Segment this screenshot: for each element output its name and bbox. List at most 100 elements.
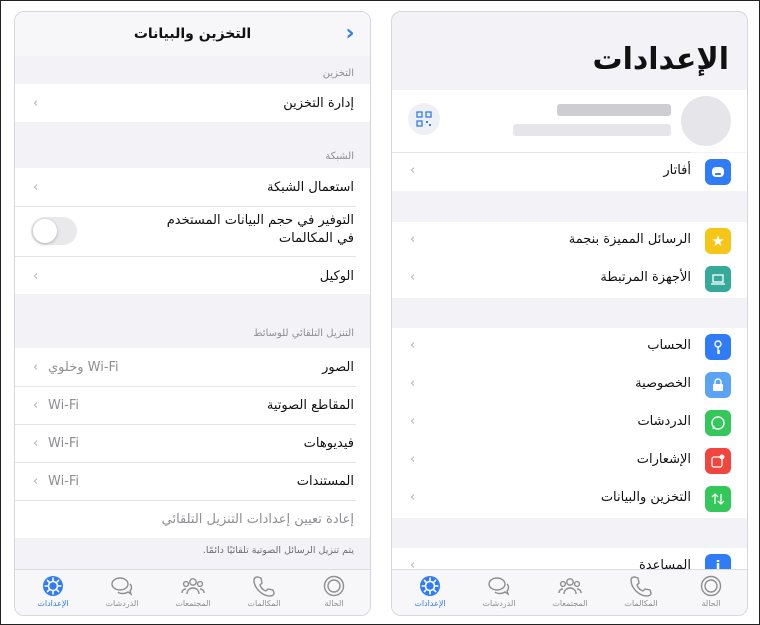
avatar [681, 96, 731, 146]
reset-auto-download-label: إعادة تعيين إعدادات التنزيل التلقائي [161, 511, 354, 527]
audio-row[interactable]: المقاطع الصوتية Wi-Fi ‹ [15, 386, 370, 424]
tab-chats[interactable]: الدردشات [469, 574, 529, 608]
videos-value: Wi-Fi [48, 435, 80, 451]
phone-icon [253, 576, 275, 597]
storage-data-row[interactable]: التخزين والبيانات ‹ [392, 480, 747, 518]
storage-section-header: التخزين [322, 68, 354, 79]
up-down-arrows-icon [705, 486, 731, 512]
starred-row[interactable]: الرسائل المميزة بنجمة ‹ ★ [392, 222, 747, 260]
network-section-header: الشبكة [325, 151, 354, 162]
starred-label: الرسائل المميزة بنجمة [568, 232, 691, 247]
phone-icon [630, 576, 652, 597]
whatsapp-chat-icon [705, 410, 731, 436]
manage-storage-row[interactable]: إدارة التخزين ‹ [15, 84, 370, 122]
status-ring-icon [700, 575, 722, 597]
avatar-face-icon [705, 159, 731, 185]
tab-chats-label: الدردشات [105, 599, 139, 608]
communities-icon [558, 578, 582, 595]
tab-status[interactable]: الحالة [304, 574, 364, 608]
tab-settings[interactable]: الإعدادات [23, 574, 83, 608]
avatar-row-label: أفاتار [663, 163, 691, 178]
network-group: استعمال الشبكة ‹ التوفير في حجم البيانات… [15, 168, 370, 294]
documents-value: Wi-Fi [48, 473, 80, 489]
communities-icon [181, 578, 205, 595]
audio-value: Wi-Fi [48, 397, 80, 413]
privacy-label: الخصوصية [635, 376, 691, 391]
toggle-knob [33, 219, 57, 243]
audio-label: المقاطع الصوتية [266, 397, 354, 413]
network-usage-row[interactable]: استعمال الشبكة ‹ [15, 168, 370, 206]
photos-label: الصور [322, 359, 354, 375]
storage-group: إدارة التخزين ‹ [15, 84, 370, 122]
qr-code-icon [416, 111, 432, 127]
chevron-left-icon: ‹ [33, 179, 39, 195]
chevron-left-icon: ‹ [410, 163, 416, 178]
back-chevron-icon[interactable]: › [340, 22, 360, 46]
key-icon [705, 334, 731, 360]
proxy-label: الوكيل [319, 268, 354, 284]
tab-calls-label: المكالمات [247, 599, 281, 608]
tab-status[interactable]: الحالة [681, 574, 741, 608]
tab-settings-label: الإعدادات [37, 599, 69, 608]
save-data-label: التوفير في حجم البيانات المستخدم في المك… [167, 212, 354, 248]
avatar-row[interactable]: أفاتار ‹ [392, 153, 747, 191]
chats-label: الدردشات [637, 414, 691, 429]
storage-data-screen: التخزين والبيانات › التخزين إدارة التخزي… [14, 11, 371, 616]
settings-gear-icon [420, 576, 440, 596]
save-data-label-line1: التوفير في حجم البيانات المستخدم [166, 213, 354, 228]
chats-row[interactable]: الدردشات ‹ [392, 404, 747, 442]
chat-bubbles-icon [488, 577, 510, 596]
privacy-row[interactable]: الخصوصية ‹ [392, 366, 747, 404]
documents-row[interactable]: المستندات Wi-Fi ‹ [15, 462, 370, 500]
tab-status-label: الحالة [324, 599, 344, 608]
videos-row[interactable]: فيديوهات Wi-Fi ‹ [15, 424, 370, 462]
videos-label: فيديوهات [303, 435, 354, 451]
chevron-left-icon: ‹ [33, 435, 39, 451]
tab-chats[interactable]: الدردشات [92, 574, 152, 608]
chevron-left-icon: ‹ [33, 473, 39, 489]
save-data-toggle[interactable] [31, 217, 77, 245]
notifications-label: الإشعارات [636, 452, 691, 467]
reset-auto-download-row[interactable]: إعادة تعيين إعدادات التنزيل التلقائي [15, 500, 370, 538]
profile-name-placeholder [557, 104, 671, 116]
save-data-row: التوفير في حجم البيانات المستخدم في المك… [15, 207, 370, 256]
tab-status-label: الحالة [701, 599, 721, 608]
lock-icon [705, 372, 731, 398]
profile-row[interactable] [392, 90, 747, 152]
auto-download-group: الصور Wi-Fi وخلوي ‹ المقاطع الصوتية Wi-F… [15, 348, 370, 538]
notification-badge-icon [705, 448, 731, 474]
tab-communities[interactable]: المجتمعات [540, 574, 600, 608]
photos-row[interactable]: الصور Wi-Fi وخلوي ‹ [15, 348, 370, 386]
qr-code-button[interactable] [408, 103, 440, 135]
chevron-left-icon: ‹ [410, 270, 416, 285]
tab-bar: الإعدادات الدردشات المجتمعات المكالمات ا… [15, 569, 370, 615]
tab-calls[interactable]: المكالمات [234, 574, 294, 608]
chevron-left-icon: ‹ [410, 490, 416, 505]
tab-chats-label: الدردشات [482, 599, 516, 608]
proxy-row[interactable]: الوكيل ‹ [15, 257, 370, 295]
notifications-row[interactable]: الإشعارات ‹ [392, 442, 747, 480]
linked-devices-row[interactable]: الأجهزة المرتبطة ‹ [392, 260, 747, 298]
tab-settings[interactable]: الإعدادات [400, 574, 460, 608]
chevron-left-icon: ‹ [33, 268, 39, 284]
account-row[interactable]: الحساب ‹ [392, 328, 747, 366]
profile-status-placeholder [513, 124, 671, 136]
tab-bar: الإعدادات الدردشات المجتمعات المكالمات ا… [392, 569, 747, 615]
linked-devices-label: الأجهزة المرتبطة [600, 270, 691, 285]
chevron-left-icon: ‹ [410, 232, 416, 247]
laptop-icon [705, 266, 731, 292]
status-ring-icon [323, 575, 345, 597]
settings-gear-icon [43, 576, 63, 596]
chat-bubbles-icon [111, 577, 133, 596]
manage-storage-label: إدارة التخزين [283, 95, 354, 111]
nav-bar: التخزين والبيانات › [15, 12, 370, 56]
chevron-left-icon: ‹ [33, 95, 39, 111]
page-title: الإعدادات [592, 42, 729, 77]
star-icon: ★ [705, 228, 731, 254]
photos-value: Wi-Fi وخلوي [48, 359, 119, 375]
tab-communities-label: المجتمعات [552, 599, 588, 608]
tab-communities[interactable]: المجتمعات [163, 574, 223, 608]
documents-label: المستندات [296, 473, 354, 489]
save-data-label-line2: في المكالمات [278, 231, 354, 246]
tab-calls[interactable]: المكالمات [611, 574, 671, 608]
